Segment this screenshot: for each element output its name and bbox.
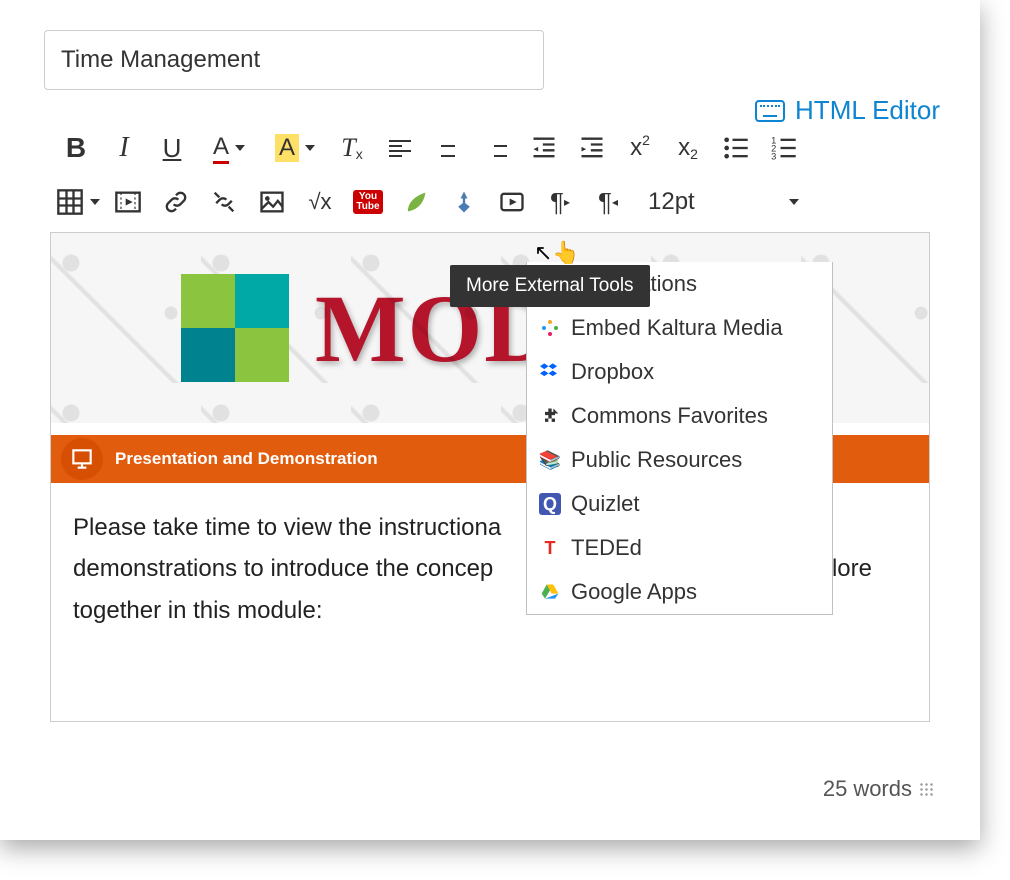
kaltura-icon [539, 317, 561, 339]
highlight-color-button[interactable]: A [262, 124, 328, 172]
subscript-button[interactable]: x2 [664, 124, 712, 172]
tooltip: More External Tools [450, 265, 650, 307]
google-drive-icon [539, 581, 561, 603]
indent-button[interactable] [568, 124, 616, 172]
video-embed-button[interactable] [488, 178, 536, 226]
italic-button[interactable]: I [100, 124, 148, 172]
keyboard-icon[interactable] [755, 100, 785, 122]
underline-button[interactable]: U [148, 124, 196, 172]
dropdown-item-public-resources[interactable]: 📚 Public Resources [527, 438, 832, 482]
word-count-label: words [853, 776, 912, 802]
teded-icon: T [539, 537, 561, 559]
font-size-value: 12pt [648, 188, 695, 216]
dropdown-label: Public Resources [571, 447, 742, 473]
rtl-button[interactable]: ¶◂ [584, 178, 632, 226]
superscript-button[interactable]: x2 [616, 124, 664, 172]
presentation-icon [61, 438, 103, 480]
clear-formatting-button[interactable]: Tx [328, 124, 376, 172]
dropdown-label: Quizlet [571, 491, 639, 517]
ltr-button[interactable]: ¶▸ [536, 178, 584, 226]
word-count: 25 words [823, 776, 934, 802]
dropdown-item-commons[interactable]: Commons Favorites [527, 394, 832, 438]
html-editor-link[interactable]: HTML Editor [795, 95, 940, 126]
commons-icon [539, 405, 561, 427]
dropdown-label: TEDEd [571, 535, 642, 561]
image-button[interactable] [248, 178, 296, 226]
align-left-button[interactable] [376, 124, 424, 172]
text-color-button[interactable]: A [196, 124, 262, 172]
dropdown-item-google-apps[interactable]: Google Apps [527, 570, 832, 614]
dropdown-item-quizlet[interactable]: Q Quizlet [527, 482, 832, 526]
puzzle-icon [181, 274, 289, 382]
media-button[interactable] [104, 178, 152, 226]
dropdown-label: Google Apps [571, 579, 697, 605]
numbered-list-button[interactable]: 123 [760, 124, 808, 172]
word-count-number: 25 [823, 776, 847, 802]
outdent-button[interactable] [520, 124, 568, 172]
dropdown-item-kaltura[interactable]: Embed Kaltura Media [527, 306, 832, 350]
dropdown-label: Dropbox [571, 359, 654, 385]
dropbox-icon [539, 361, 561, 383]
rich-text-toolbar: B I U A A Tx [52, 124, 940, 226]
dropdown-item-dropbox[interactable]: Dropbox [527, 350, 832, 394]
align-right-button[interactable] [472, 124, 520, 172]
align-center-button[interactable] [424, 124, 472, 172]
resize-grip-icon[interactable] [918, 781, 934, 797]
bullet-list-button[interactable] [712, 124, 760, 172]
external-tools-dropdown: 🗒️ educreations Embed Kaltura Media Drop… [526, 262, 833, 615]
quizlet-icon: Q [539, 493, 561, 515]
font-size-select[interactable]: 12pt [632, 188, 807, 216]
link-button[interactable] [152, 178, 200, 226]
svg-text:3: 3 [771, 152, 776, 162]
dropdown-label: Embed Kaltura Media [571, 315, 783, 341]
external-tools-button[interactable] [440, 178, 488, 226]
dropdown-item-teded[interactable]: T TEDEd [527, 526, 832, 570]
youtube-button[interactable]: YouTube [344, 178, 392, 226]
unlink-button[interactable] [200, 178, 248, 226]
resources-icon: 📚 [539, 449, 561, 471]
section-label: Presentation and Demonstration [115, 449, 378, 469]
equation-button[interactable]: √x [296, 178, 344, 226]
leaf-tool-button[interactable] [392, 178, 440, 226]
bold-button[interactable]: B [52, 124, 100, 172]
dropdown-label: Commons Favorites [571, 403, 768, 429]
title-input[interactable] [44, 30, 544, 90]
table-button[interactable] [52, 178, 104, 226]
